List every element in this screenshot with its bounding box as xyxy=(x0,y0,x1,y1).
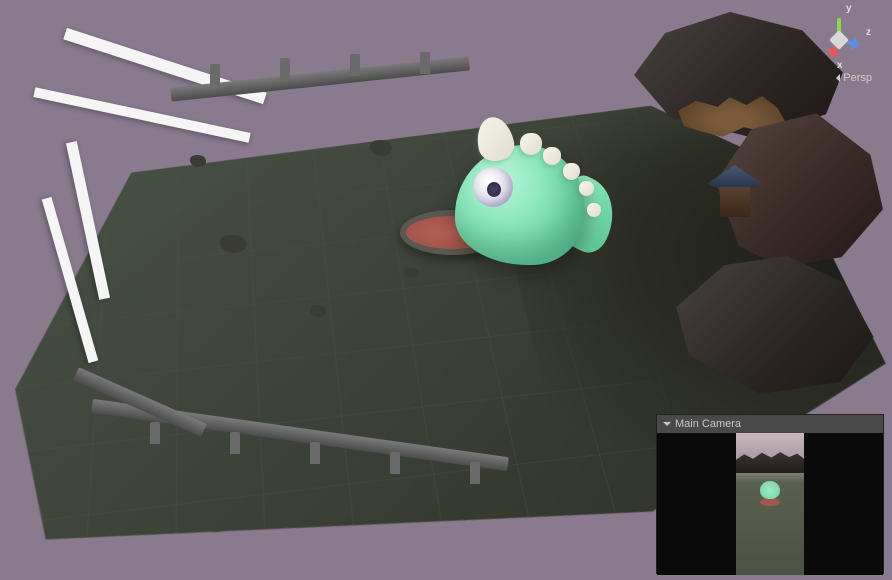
preview-rocks xyxy=(736,451,804,473)
camera-preview-panel[interactable]: Main Camera xyxy=(656,414,884,574)
character-spike xyxy=(563,163,580,180)
character-pupil xyxy=(487,182,501,197)
debris-rock xyxy=(220,235,246,253)
pagoda-structure xyxy=(707,165,762,225)
axis-label-y: y xyxy=(846,3,852,14)
character-spike xyxy=(587,203,601,217)
character-body xyxy=(455,145,585,265)
debris-rock xyxy=(405,268,419,278)
fence-post xyxy=(390,452,400,474)
fence-post xyxy=(280,58,290,80)
rock-formation xyxy=(672,250,882,400)
pagoda-body xyxy=(720,187,750,217)
fence-post xyxy=(350,54,360,76)
orientation-gizmo[interactable]: y x z xyxy=(804,5,874,75)
fence-post xyxy=(310,442,320,464)
fence-post xyxy=(230,432,240,454)
axis-label-x: x xyxy=(837,60,843,71)
fence-post xyxy=(420,52,430,74)
projection-toggle[interactable]: Persp xyxy=(832,72,872,84)
pagoda-roof xyxy=(707,165,762,187)
scene-viewport[interactable]: y x z Persp Main Camera xyxy=(0,0,892,580)
fence-post xyxy=(470,462,480,484)
camera-preview-body xyxy=(657,433,883,575)
camera-preview-render xyxy=(736,433,804,575)
character-eye xyxy=(473,167,513,207)
camera-preview-header[interactable]: Main Camera xyxy=(657,415,883,433)
character-spike xyxy=(543,147,561,165)
preview-platform xyxy=(760,498,780,506)
fence-post xyxy=(150,422,160,444)
debris-rock xyxy=(190,155,206,167)
debris-rock xyxy=(310,305,326,317)
fence-post xyxy=(210,64,220,86)
player-character[interactable] xyxy=(435,115,610,275)
preview-character xyxy=(760,481,780,499)
camera-preview-title: Main Camera xyxy=(675,418,741,430)
debris-rock xyxy=(370,140,392,156)
axis-label-z: z xyxy=(866,27,871,38)
character-horn xyxy=(520,133,542,155)
character-spike xyxy=(579,181,594,196)
